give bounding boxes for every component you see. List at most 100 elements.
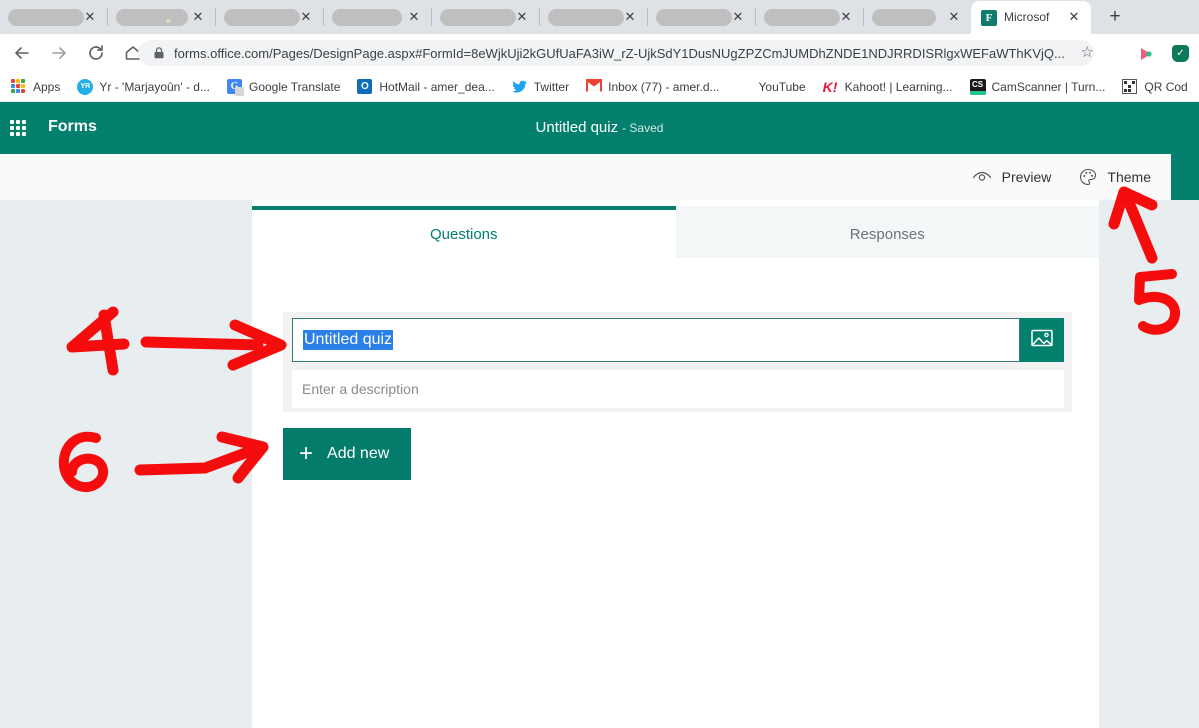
outlook-icon: O	[357, 78, 373, 95]
tab-close-icon[interactable]: ✕	[1067, 10, 1081, 24]
browser-tab[interactable]: ✕	[756, 1, 863, 34]
extension-icon-shield[interactable]	[1172, 45, 1189, 62]
tab-close-icon[interactable]: ✕	[407, 10, 421, 24]
tab-redacted-title	[440, 9, 516, 26]
browser-tab[interactable]: ✕	[648, 1, 755, 34]
theme-label: Theme	[1107, 169, 1151, 185]
bookmark-google-translate[interactable]: G Google Translate	[221, 75, 346, 99]
tab-redacted-title	[872, 9, 936, 26]
bookmark-label: Inbox (77) - amer.d...	[608, 79, 720, 94]
tab-close-icon[interactable]: ✕	[731, 10, 745, 24]
browser-tab[interactable]: ✕	[108, 1, 215, 34]
save-status-label: - Saved	[622, 121, 664, 135]
tab-title: Microsof	[1004, 10, 1050, 24]
tab-close-icon[interactable]: ✕	[947, 10, 961, 24]
preview-label: Preview	[1001, 169, 1052, 185]
bookmark-star-icon[interactable]: ☆	[1081, 43, 1094, 61]
camscanner-icon: CS	[969, 78, 986, 95]
tab-close-icon[interactable]: ✕	[191, 10, 205, 24]
tab-redacted-title	[548, 9, 624, 26]
bookmark-label: Google Translate	[248, 79, 341, 94]
kahoot-icon: K!	[822, 78, 838, 95]
add-new-button[interactable]: + Add new	[283, 428, 412, 480]
google-translate-icon: G	[226, 78, 243, 95]
browser-tab[interactable]: ✕	[324, 1, 431, 34]
tab-close-icon[interactable]: ✕	[839, 10, 853, 24]
bookmark-camscanner[interactable]: CS CamScanner | Turn...	[964, 75, 1112, 99]
insert-image-button[interactable]	[1020, 318, 1064, 362]
palette-icon	[1079, 168, 1097, 186]
form-description-placeholder: Enter a description	[302, 381, 419, 397]
add-new-label: Add new	[327, 445, 390, 462]
browser-tab-active[interactable]: F Microsof ✕	[971, 1, 1091, 34]
tab-redacted-title	[656, 9, 732, 26]
plus-icon: +	[299, 440, 314, 467]
eye-icon	[972, 170, 992, 184]
tab-close-icon[interactable]: ✕	[299, 10, 313, 24]
forms-header: Forms Untitled quiz - Saved	[0, 102, 1199, 154]
form-title-value: Untitled quiz	[303, 330, 394, 350]
tab-redacted-title	[224, 9, 300, 26]
form-description-input[interactable]: Enter a description	[292, 370, 1064, 408]
twitter-icon	[512, 79, 528, 95]
bookmarks-bar: Apps YR Yr - 'Marjayoûn' - d... G Google…	[0, 72, 1199, 102]
theme-button[interactable]: Theme	[1065, 154, 1165, 200]
browser-tab[interactable]: ✕	[432, 1, 539, 34]
new-tab-button[interactable]: +	[1097, 3, 1133, 31]
address-bar[interactable]: forms.office.com/Pages/DesignPage.aspx#F…	[138, 40, 1094, 66]
tab-redacted-title	[116, 9, 188, 26]
bookmark-label: CamScanner | Turn...	[991, 79, 1106, 94]
forward-icon[interactable]	[44, 38, 74, 68]
bookmark-gmail[interactable]: Inbox (77) - amer.d...	[580, 75, 725, 99]
bookmark-twitter[interactable]: Twitter	[506, 75, 575, 99]
bookmark-label: HotMail - amer_dea...	[379, 79, 495, 94]
url-text: forms.office.com/Pages/DesignPage.aspx#F…	[174, 45, 1065, 61]
form-header-card: Untitled quiz Enter a description	[283, 312, 1072, 412]
reload-icon[interactable]	[81, 38, 111, 68]
tab-close-icon[interactable]: ✕	[515, 10, 529, 24]
browser-tab[interactable]: ✕	[216, 1, 323, 34]
browser-tab[interactable]: ✕	[0, 1, 107, 34]
browser-tab[interactable]: ✕	[540, 1, 647, 34]
tab-responses-label: Responses	[849, 225, 925, 243]
bookmark-label: Twitter	[533, 79, 570, 94]
bookmark-label: Apps	[33, 79, 61, 94]
youtube-icon	[737, 79, 753, 95]
tab-redacted-title	[332, 9, 402, 26]
bookmark-label: Kahoot! | Learning...	[844, 79, 953, 94]
forms-canvas: Questions Responses Untitled quiz Enter …	[0, 200, 1199, 728]
tab-close-icon[interactable]: ✕	[83, 10, 97, 24]
form-title-row: Untitled quiz	[292, 318, 1064, 362]
bookmark-qr-code[interactable]: QR Cod	[1116, 75, 1193, 99]
form-title-input[interactable]: Untitled quiz	[292, 318, 1020, 362]
back-icon[interactable]	[7, 38, 37, 68]
forms-command-bar: Preview Theme	[0, 154, 1199, 200]
lock-icon	[152, 46, 166, 60]
browser-toolbar: forms.office.com/Pages/DesignPage.aspx#F…	[0, 34, 1199, 72]
bookmark-label: YouTube	[758, 79, 806, 94]
screenshot-root: ✕ ✕ ✕ ✕ ✕ ✕ ✕ ✕ ✕ F Microsof ✕ + forms.o…	[0, 0, 1199, 728]
bookmark-hotmail[interactable]: O HotMail - amer_dea...	[351, 75, 500, 99]
bookmark-apps[interactable]: Apps	[5, 75, 66, 99]
theme-accent-block[interactable]	[1171, 154, 1199, 200]
gmail-icon	[586, 78, 603, 95]
bookmark-youtube[interactable]: YouTube	[731, 75, 812, 99]
apps-grid-icon	[11, 78, 27, 95]
bookmark-kahoot[interactable]: K! Kahoot! | Learning...	[817, 75, 959, 99]
tab-questions[interactable]: Questions	[252, 206, 676, 258]
preview-button[interactable]: Preview	[958, 154, 1066, 200]
forms-app: Forms Untitled quiz - Saved Preview Theme	[0, 102, 1199, 728]
yr-weather-icon: YR	[77, 78, 94, 95]
forms-favicon-icon: F	[981, 10, 997, 26]
tab-questions-label: Questions	[429, 225, 498, 243]
tab-redacted-title	[8, 9, 84, 26]
image-icon	[1031, 328, 1053, 353]
extension-icon-1[interactable]	[1137, 45, 1155, 63]
bookmark-label: Yr - 'Marjayoûn' - d...	[99, 79, 210, 94]
browser-tab[interactable]: ✕	[864, 1, 971, 34]
form-title-status: Untitled quiz - Saved	[0, 119, 1199, 136]
tab-redacted-title	[764, 9, 840, 26]
tab-close-icon[interactable]: ✕	[623, 10, 637, 24]
bookmark-yr[interactable]: YR Yr - 'Marjayoûn' - d...	[71, 75, 216, 99]
tab-responses[interactable]: Responses	[675, 206, 1099, 258]
